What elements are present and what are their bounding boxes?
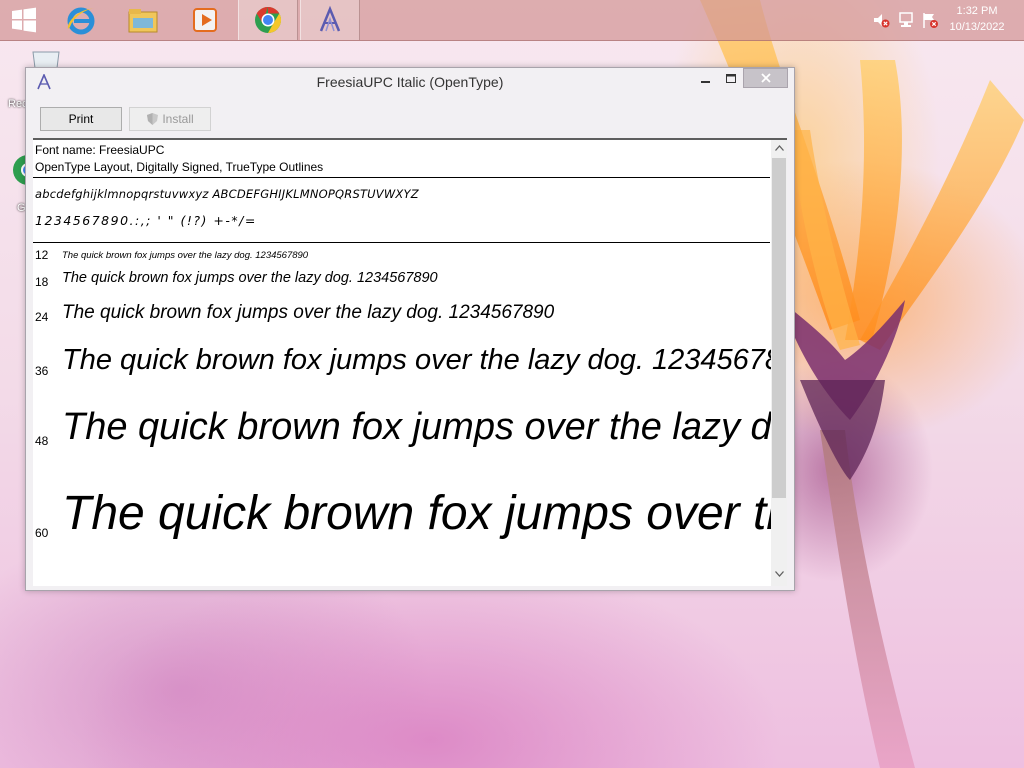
- divider: [33, 242, 770, 243]
- print-button[interactable]: Print: [40, 107, 122, 131]
- window-title: FreesiaUPC Italic (OpenType): [316, 74, 504, 90]
- folder-icon: [128, 9, 158, 33]
- media-player-icon: [193, 8, 217, 32]
- sample-line: The quick brown fox jumps over the lazy …: [62, 344, 787, 376]
- shield-icon: [147, 113, 159, 125]
- install-button-label: Install: [162, 112, 194, 126]
- desktop: Rec G 1:32 PM 10/13/2022 FreesiaUPC Ital…: [0, 0, 1024, 768]
- chevron-down-icon: [774, 571, 784, 577]
- action-center-flag-icon[interactable]: [921, 11, 939, 29]
- size-label: 48: [35, 434, 49, 448]
- font-features: OpenType Layout, Digitally Signed, TrueT…: [35, 160, 324, 174]
- sample-line: The quick brown fox jumps over the lazy …: [62, 302, 555, 323]
- clock[interactable]: 1:32 PM 10/13/2022: [942, 3, 1012, 35]
- sample-line: The quick brown fox jumps over the lazy …: [62, 270, 438, 286]
- charset-letters: abcdefghijklmnopqrstuvwxyz ABCDEFGHIJKLM…: [35, 187, 419, 201]
- font-viewer-window: FreesiaUPC Italic (OpenType) Print Insta…: [25, 67, 795, 591]
- clock-time: 1:32 PM: [956, 5, 998, 17]
- chrome-icon: [255, 6, 282, 34]
- font-name: Font name: FreesiaUPC: [35, 143, 165, 157]
- volume-muted-icon[interactable]: [872, 11, 890, 29]
- taskbar-internet-explorer[interactable]: [52, 0, 110, 40]
- sample-line: The quick brown fox jumps over the lazy …: [62, 250, 309, 261]
- size-label: 36: [35, 364, 49, 378]
- minimize-button[interactable]: [692, 70, 718, 88]
- sample-line: The quick brown fox jumps over the lazy …: [62, 487, 787, 540]
- install-button[interactable]: Install: [129, 107, 211, 131]
- clock-date: 10/13/2022: [949, 21, 1005, 33]
- toolbar: Print Install: [34, 98, 786, 138]
- taskbar: 1:32 PM 10/13/2022: [0, 0, 1024, 41]
- scroll-down-button[interactable]: [771, 566, 787, 582]
- chevron-up-icon: [774, 145, 784, 151]
- scroll-up-button[interactable]: [771, 140, 787, 156]
- size-label: 60: [35, 526, 49, 540]
- sample-line: The quick brown fox jumps over the lazy …: [62, 406, 787, 448]
- title-bar[interactable]: FreesiaUPC Italic (OpenType): [26, 68, 794, 96]
- taskbar-font-viewer[interactable]: [300, 0, 360, 40]
- ie-icon: [67, 7, 95, 35]
- close-icon: [760, 73, 771, 83]
- font-preview-pane: Font name: FreesiaUPC OpenType Layout, D…: [33, 138, 787, 586]
- taskbar-media-player[interactable]: [176, 0, 234, 40]
- taskbar-chrome[interactable]: [238, 0, 298, 40]
- size-label: 24: [35, 310, 49, 324]
- start-button[interactable]: [0, 0, 48, 40]
- size-label: 12: [35, 248, 49, 262]
- minimize-icon: [701, 81, 710, 83]
- vertical-scrollbar[interactable]: [771, 140, 787, 586]
- charset-digits: 1234567890.:,; ' " (!?) +-*/=: [35, 213, 257, 228]
- taskbar-file-explorer[interactable]: [114, 0, 172, 40]
- font-info: Font name: FreesiaUPC OpenType Layout, D…: [35, 142, 323, 176]
- print-button-label: Print: [68, 112, 94, 126]
- maximize-icon: [726, 74, 736, 83]
- divider: [33, 177, 770, 178]
- size-label: 18: [35, 275, 49, 289]
- network-icon[interactable]: [897, 11, 915, 29]
- maximize-button[interactable]: [718, 70, 744, 88]
- windows-logo-icon: [12, 7, 36, 33]
- font-viewer-icon: [319, 5, 341, 32]
- close-button[interactable]: [743, 68, 788, 88]
- scroll-thumb[interactable]: [772, 158, 786, 498]
